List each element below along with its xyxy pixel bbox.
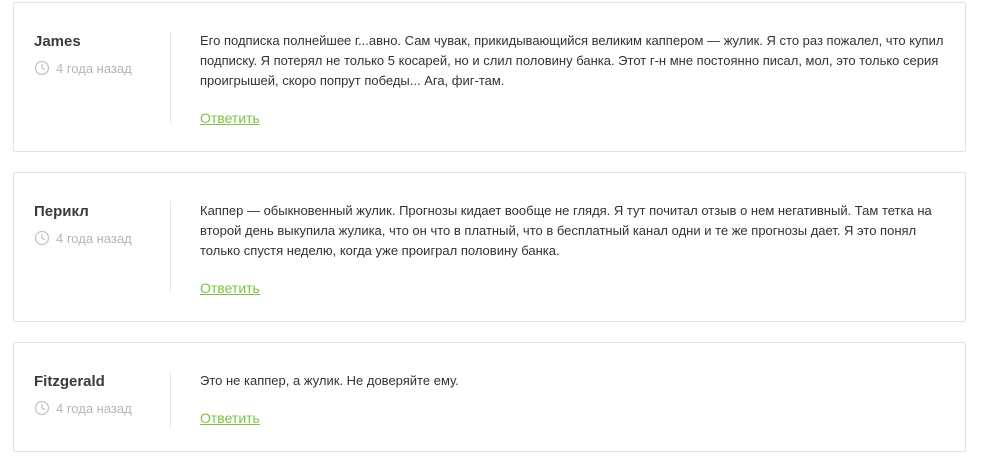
comment-date-row: 4 года назад: [34, 60, 169, 76]
comments-list: James 4 года назад Его подписка полнейше…: [0, 0, 990, 459]
comment-card: James 4 года назад Его подписка полнейше…: [13, 2, 966, 152]
comment-author: James: [34, 33, 81, 50]
comment-date-row: 4 года назад: [34, 400, 169, 416]
comment-date: 4 года назад: [56, 400, 132, 416]
comment-card: Fitzgerald 4 года назад Это не каппер, а…: [13, 342, 966, 452]
comment-body: Каппер — обыкновенный жулик. Прогнозы ки…: [200, 201, 945, 296]
comment-date-row: 4 года назад: [34, 230, 169, 246]
comment-divider: [170, 201, 171, 293]
comment-divider: [170, 31, 171, 123]
reply-link[interactable]: Ответить: [200, 110, 260, 126]
reply-link[interactable]: Ответить: [200, 280, 260, 296]
comment-body: Это не каппер, а жулик. Не доверяйте ему…: [200, 371, 945, 426]
comment-divider: [170, 371, 171, 429]
comment-author: Перикл: [34, 203, 89, 220]
comment-text: Каппер — обыкновенный жулик. Прогнозы ки…: [200, 203, 932, 258]
comment-meta: Fitzgerald 4 года назад: [34, 373, 169, 416]
comment-card: Перикл 4 года назад Каппер — обыкновенны…: [13, 172, 966, 322]
clock-icon: [34, 60, 50, 76]
comment-text: Это не каппер, а жулик. Не доверяйте ему…: [200, 373, 459, 388]
comment-date: 4 года назад: [56, 60, 132, 76]
comment-meta: James 4 года назад: [34, 33, 169, 76]
clock-icon: [34, 230, 50, 246]
clock-icon: [34, 400, 50, 416]
comment-author: Fitzgerald: [34, 373, 105, 390]
comment-body: Его подписка полнейшее г...авно. Сам чув…: [200, 31, 945, 126]
reply-link[interactable]: Ответить: [200, 410, 260, 426]
comment-date: 4 года назад: [56, 230, 132, 246]
comment-text: Его подписка полнейшее г...авно. Сам чув…: [200, 33, 944, 88]
comment-meta: Перикл 4 года назад: [34, 203, 169, 246]
